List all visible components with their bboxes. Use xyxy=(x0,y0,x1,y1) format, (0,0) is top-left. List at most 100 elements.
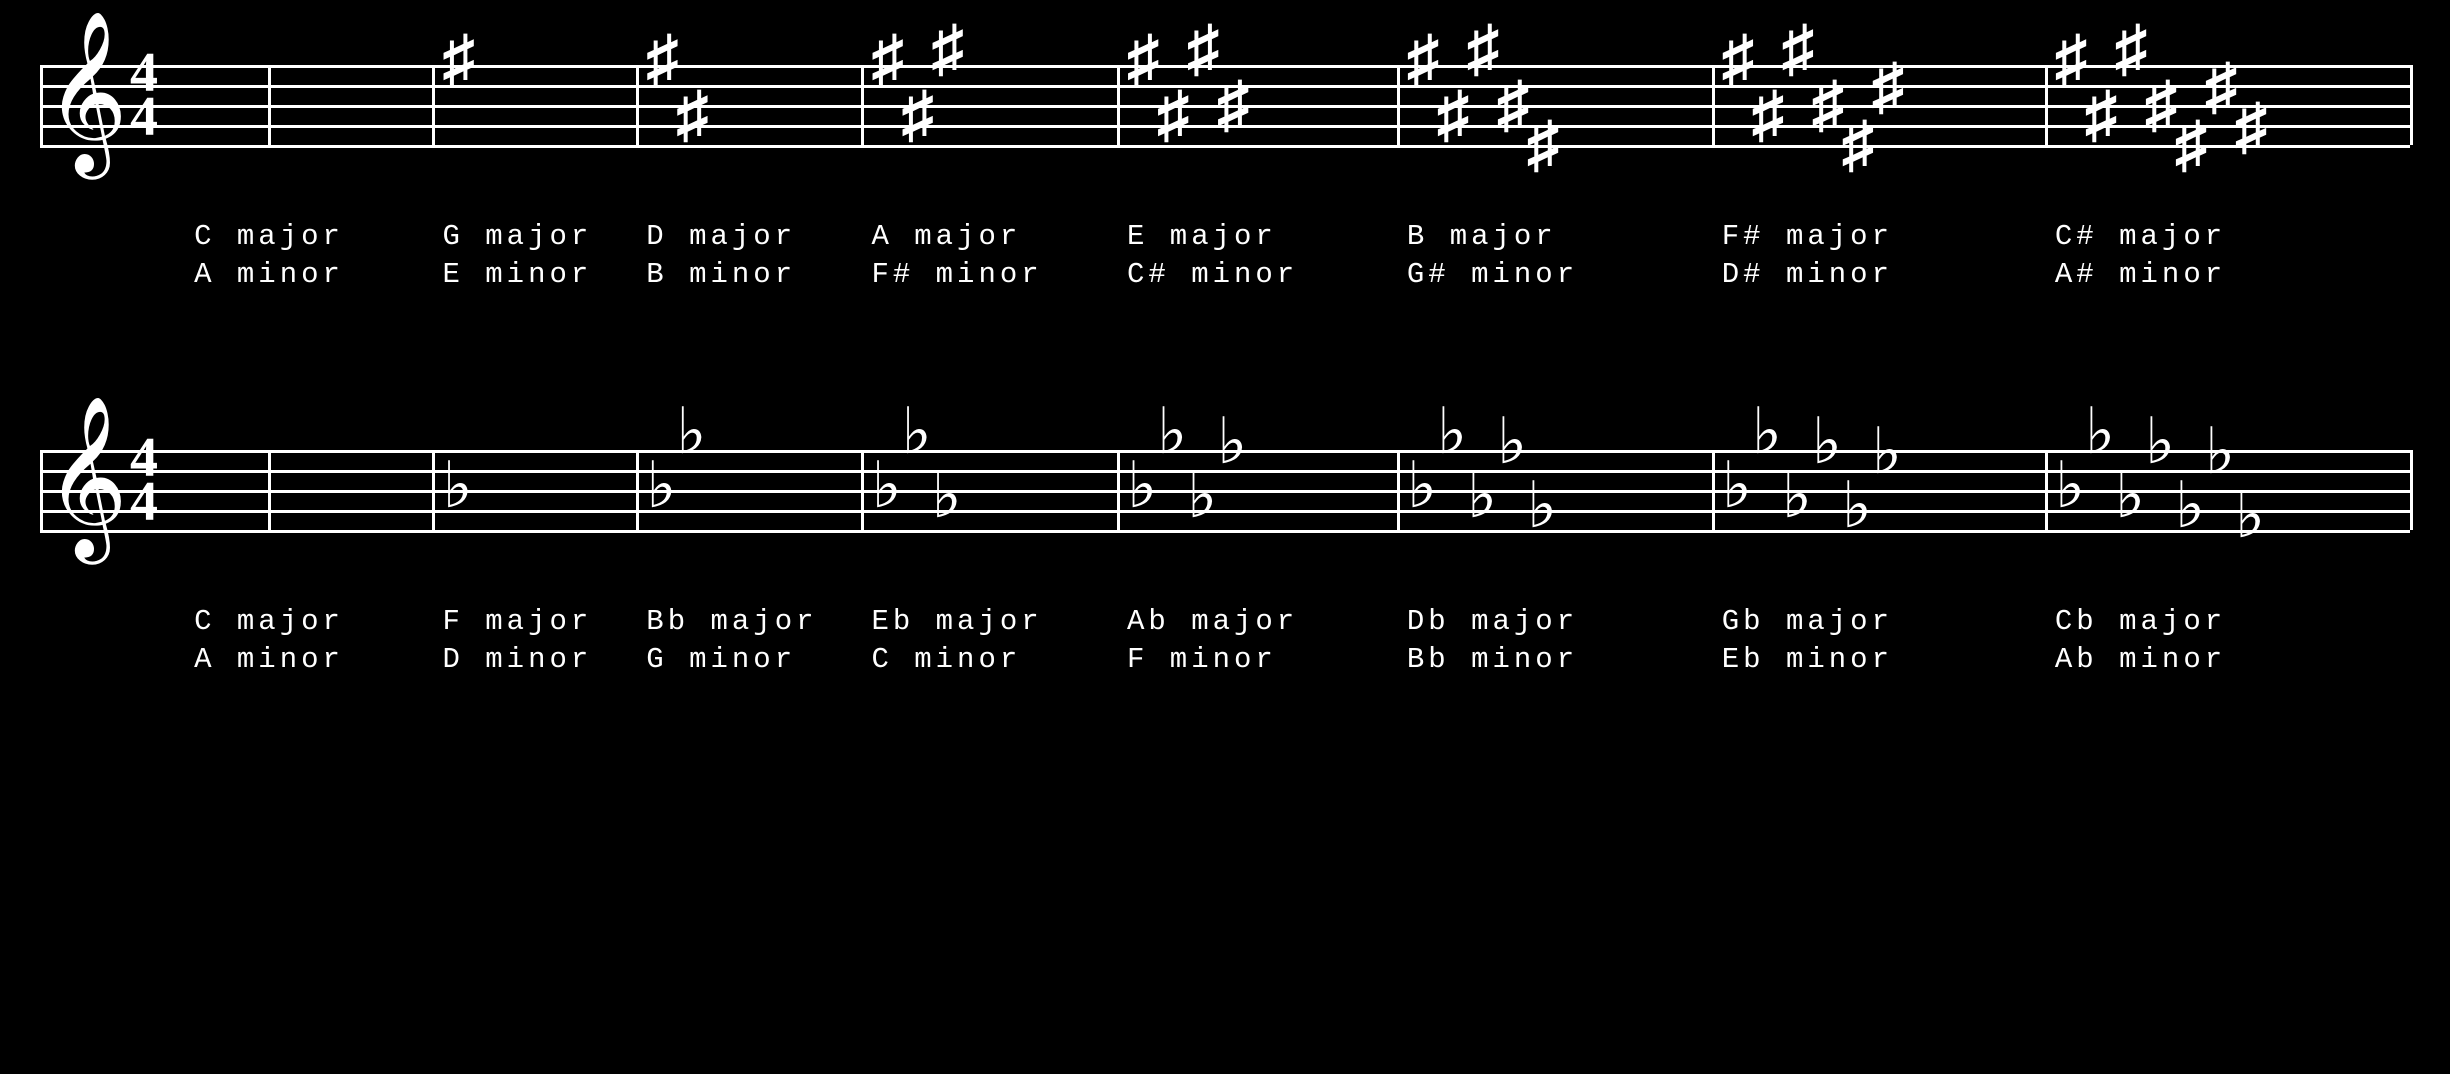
key-label-minor: D# minor xyxy=(1722,258,1893,291)
sharp-accidental: ♯ xyxy=(676,83,708,147)
treble-clef: 𝄞 xyxy=(45,23,128,163)
staff-line xyxy=(40,145,2410,148)
flat-accidental: ♭ xyxy=(1782,464,1812,528)
flat-accidental: ♭ xyxy=(2055,454,2085,518)
key-label-minor: B minor xyxy=(646,258,796,291)
key-label-minor: G# minor xyxy=(1407,258,1578,291)
time-sig-denominator: 4 xyxy=(130,95,158,139)
flat-accidental: ♭ xyxy=(2175,474,2205,538)
sharp-accidental: ♯ xyxy=(1467,17,1499,81)
key-label-minor: G minor xyxy=(646,643,796,676)
flat-accidental: ♭ xyxy=(1407,454,1437,518)
barline xyxy=(861,450,864,530)
key-label-minor: C# minor xyxy=(1127,258,1298,291)
sharp-accidental: ♯ xyxy=(1752,83,1784,147)
key-label-minor: A minor xyxy=(194,643,344,676)
key-label-minor: C minor xyxy=(871,643,1021,676)
flat-accidental: ♭ xyxy=(2115,464,2145,528)
barline xyxy=(1712,450,1715,530)
flat-accidental: ♭ xyxy=(2145,410,2175,474)
barline xyxy=(636,65,639,145)
sharp-accidental: ♯ xyxy=(2145,73,2177,137)
barline-start xyxy=(40,450,43,530)
flat-accidental: ♭ xyxy=(1842,474,1872,538)
sharp-accidental: ♯ xyxy=(1842,113,1874,177)
barline xyxy=(1397,65,1400,145)
barline xyxy=(2410,450,2413,530)
flat-accidental: ♭ xyxy=(1497,410,1527,474)
barline xyxy=(2045,450,2048,530)
staff-lines: 𝄞44♯♯♯♯♯♯♯♯♯♯♯♯♯♯♯♯♯♯♯♯♯♯♯♯♯♯♯♯ xyxy=(40,65,2410,145)
flat-accidental: ♭ xyxy=(1127,454,1157,518)
sharp-accidental: ♯ xyxy=(2085,83,2117,147)
flat-accidental: ♭ xyxy=(1527,474,1557,538)
barline xyxy=(432,65,435,145)
key-label-major: Ab major xyxy=(1127,605,1298,638)
flat-accidental: ♭ xyxy=(442,454,472,518)
flat-accidental: ♭ xyxy=(1872,420,1902,484)
flat-accidental: ♭ xyxy=(1722,454,1752,518)
flat-accidental: ♭ xyxy=(1752,400,1782,464)
key-label-major: C# major xyxy=(2055,220,2226,253)
sharp-accidental: ♯ xyxy=(1127,27,1159,91)
staff-system-1: 𝄞44♯♯♯♯♯♯♯♯♯♯♯♯♯♯♯♯♯♯♯♯♯♯♯♯♯♯♯♯C majorG … xyxy=(40,65,2410,145)
flat-accidental: ♭ xyxy=(1437,400,1467,464)
time-signature: 44 xyxy=(130,51,158,139)
key-label-minor: F minor xyxy=(1127,643,1277,676)
key-label-major: C major xyxy=(194,220,344,253)
sharp-accidental: ♯ xyxy=(1872,55,1904,119)
sharp-accidental: ♯ xyxy=(1407,27,1439,91)
sharp-accidental: ♯ xyxy=(442,27,474,91)
flat-accidental: ♭ xyxy=(901,400,931,464)
sharp-accidental: ♯ xyxy=(2205,55,2237,119)
time-sig-denominator: 4 xyxy=(130,480,158,524)
barline xyxy=(1397,450,1400,530)
flat-accidental: ♭ xyxy=(871,454,901,518)
key-label-major: F major xyxy=(442,605,592,638)
sharp-accidental: ♯ xyxy=(2235,95,2267,159)
key-label-minor: Ab minor xyxy=(2055,643,2226,676)
sharp-accidental: ♯ xyxy=(1722,27,1754,91)
key-label-minor: A minor xyxy=(194,258,344,291)
sharp-accidental: ♯ xyxy=(2055,27,2087,91)
sharp-accidental: ♯ xyxy=(1217,73,1249,137)
sharp-accidental: ♯ xyxy=(1437,83,1469,147)
key-label-major: E major xyxy=(1127,220,1277,253)
sharp-accidental: ♯ xyxy=(931,17,963,81)
sharp-accidental: ♯ xyxy=(2115,17,2147,81)
barline xyxy=(1117,450,1120,530)
flat-accidental: ♭ xyxy=(1812,410,1842,474)
sharp-accidental: ♯ xyxy=(1782,17,1814,81)
key-label-major: Bb major xyxy=(646,605,817,638)
flat-accidental: ♭ xyxy=(1217,410,1247,474)
sharp-accidental: ♯ xyxy=(646,27,678,91)
key-label-minor: Eb minor xyxy=(1722,643,1893,676)
staff-lines: 𝄞44♭♭♭♭♭♭♭♭♭♭♭♭♭♭♭♭♭♭♭♭♭♭♭♭♭♭♭♭ xyxy=(40,450,2410,530)
key-label-minor: D minor xyxy=(442,643,592,676)
flat-accidental: ♭ xyxy=(931,464,961,528)
key-label-major: Gb major xyxy=(1722,605,1893,638)
sharp-accidental: ♯ xyxy=(1157,83,1189,147)
key-label-minor: E minor xyxy=(442,258,592,291)
key-label-major: C major xyxy=(194,605,344,638)
flat-accidental: ♭ xyxy=(1467,464,1497,528)
flat-accidental: ♭ xyxy=(1157,400,1187,464)
key-label-major: G major xyxy=(442,220,592,253)
sharp-accidental: ♯ xyxy=(1812,73,1844,137)
key-label-minor: F# minor xyxy=(871,258,1042,291)
flat-accidental: ♭ xyxy=(2085,400,2115,464)
barline-start xyxy=(40,65,43,145)
flat-accidental: ♭ xyxy=(2235,484,2265,548)
barline xyxy=(432,450,435,530)
flat-accidental: ♭ xyxy=(2205,420,2235,484)
sharp-accidental: ♯ xyxy=(901,83,933,147)
flat-accidental: ♭ xyxy=(1187,464,1217,528)
key-label-major: A major xyxy=(871,220,1021,253)
staff-system-2: 𝄞44♭♭♭♭♭♭♭♭♭♭♭♭♭♭♭♭♭♭♭♭♭♭♭♭♭♭♭♭C majorF … xyxy=(40,450,2410,530)
key-label-major: Eb major xyxy=(871,605,1042,638)
key-label-major: Cb major xyxy=(2055,605,2226,638)
treble-clef: 𝄞 xyxy=(45,408,128,548)
sharp-accidental: ♯ xyxy=(871,27,903,91)
sharp-accidental: ♯ xyxy=(1187,17,1219,81)
barline xyxy=(268,450,271,530)
